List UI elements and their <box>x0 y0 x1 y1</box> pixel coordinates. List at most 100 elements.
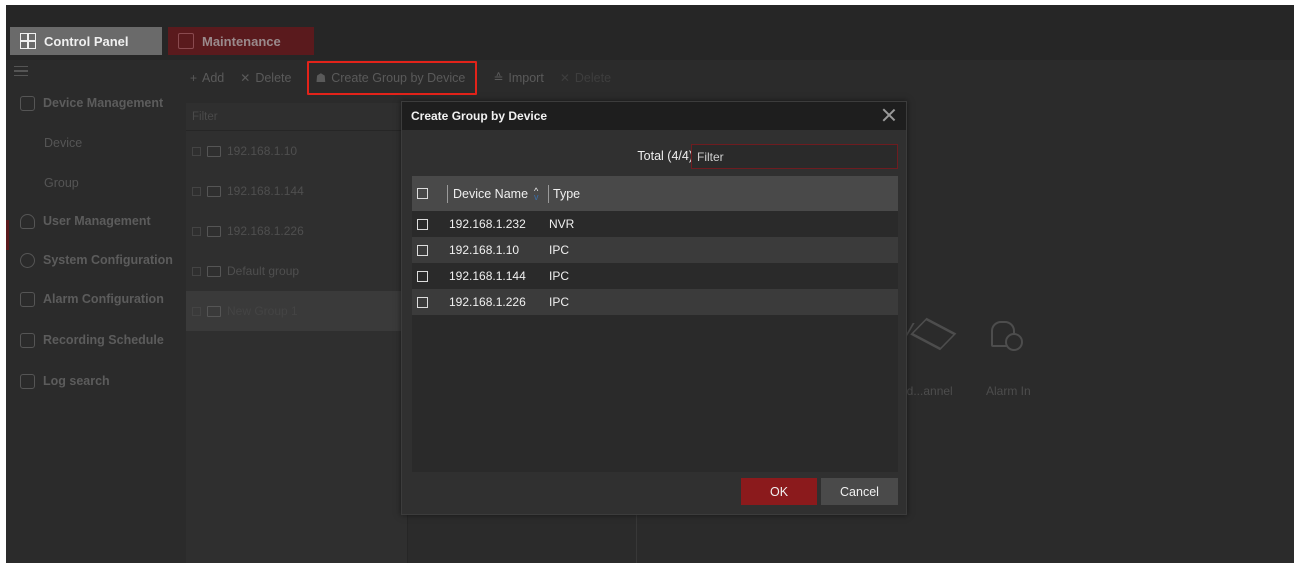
sidebar-item-label: Device <box>44 136 83 150</box>
delete-button[interactable]: ✕ Delete <box>240 71 291 85</box>
device-type-cell: NVR <box>549 217 575 231</box>
tab-bar: Control Panel Maintenance <box>6 5 1294 60</box>
expand-icon[interactable] <box>192 186 201 196</box>
sidebar-item-label: Recording Schedule <box>43 333 164 347</box>
user-icon <box>20 213 35 229</box>
device-table: Device Name ^ v Type 192.168.1.232 NVR 19… <box>412 176 898 472</box>
group-label: New Group 1 <box>227 304 298 318</box>
sidebar-item-system-configuration[interactable]: System Configuration <box>6 243 184 277</box>
group-filter-input[interactable]: Filter <box>186 103 407 131</box>
add-label: Add <box>202 71 225 85</box>
folder-icon <box>207 145 221 157</box>
log-icon <box>20 373 35 389</box>
sort-icon[interactable]: ^ v <box>534 186 539 201</box>
group-row[interactable]: 192.168.1.10 <box>186 131 407 171</box>
row-checkbox[interactable] <box>417 218 428 230</box>
device-name-cell: 192.168.1.232 <box>449 217 526 231</box>
create-group-by-device-button[interactable]: ☗ Create Group by Device <box>307 61 478 95</box>
folder-icon <box>207 265 221 277</box>
sidebar-item-recording-schedule[interactable]: Recording Schedule <box>6 323 184 357</box>
column-type[interactable]: Type <box>549 187 580 201</box>
sidebar: Device Management Device Group User Mana… <box>6 60 184 563</box>
grid-icon <box>20 33 36 49</box>
ok-button[interactable]: OK <box>741 478 817 505</box>
gear-icon <box>20 252 35 268</box>
sidebar-item-label: Log search <box>43 374 110 388</box>
column-device-name[interactable]: Device Name ^ v <box>448 186 548 201</box>
cancel-button[interactable]: Cancel <box>821 478 898 505</box>
sidebar-item-log-search[interactable]: Log search <box>6 364 184 398</box>
tab-maintenance[interactable]: Maintenance <box>168 27 314 55</box>
alarm-in-icon <box>991 321 1023 351</box>
expand-icon[interactable] <box>192 226 201 236</box>
sidebar-item-alarm-configuration[interactable]: Alarm Configuration <box>6 282 184 316</box>
delete-label: Delete <box>255 71 292 85</box>
folder-icon <box>207 225 221 237</box>
sidebar-item-label: Group <box>44 176 79 190</box>
calendar-icon <box>20 332 35 348</box>
filter-input[interactable] <box>691 144 898 169</box>
sidebar-item-label: Alarm Configuration <box>43 292 164 306</box>
tab-control-panel[interactable]: Control Panel <box>10 27 162 55</box>
sidebar-item-device[interactable]: Device <box>6 126 184 160</box>
alarm-in-label: Alarm In <box>986 384 1031 398</box>
group-row[interactable]: 192.168.1.226 <box>186 211 407 251</box>
group-label: Default group <box>227 264 300 278</box>
group-row[interactable]: Default group <box>186 251 407 291</box>
group-list-panel: Filter 192.168.1.10 192.168.1.144 192.16… <box>186 103 408 563</box>
import-label: Import <box>508 71 544 85</box>
table-header: Device Name ^ v Type <box>412 176 898 211</box>
tab-label: Control Panel <box>44 33 129 49</box>
create-group-label: Create Group by Device <box>331 71 466 85</box>
collapse-menu-icon[interactable] <box>14 66 28 76</box>
total-row: Total (4/4) <box>402 142 906 170</box>
device-type-cell: IPC <box>549 243 570 257</box>
device-type-cell: IPC <box>549 295 570 309</box>
wrench-icon <box>178 33 194 49</box>
group-label: 192.168.1.226 <box>227 224 304 238</box>
group-row-selected[interactable]: New Group 1 <box>186 291 407 331</box>
folder-icon <box>207 185 221 197</box>
sidebar-item-label: Device Management <box>43 96 164 110</box>
expand-icon[interactable] <box>192 266 201 276</box>
sidebar-item-group[interactable]: Group <box>6 166 184 200</box>
import-button[interactable]: ≙ Import <box>493 71 544 85</box>
select-all-checkbox[interactable] <box>417 188 428 199</box>
add-button[interactable]: + Add <box>190 71 224 85</box>
table-row[interactable]: 192.168.1.10 IPC <box>412 237 898 263</box>
table-row[interactable]: 192.168.1.144 IPC <box>412 263 898 289</box>
sidebar-item-label: User Management <box>43 214 151 228</box>
close-icon: ✕ <box>240 71 251 85</box>
folder-icon <box>207 305 221 317</box>
delete-disabled-button[interactable]: ✕ Delete <box>560 71 611 85</box>
sidebar-item-user-management[interactable]: User Management <box>6 204 184 238</box>
column-label: Device Name <box>453 186 529 201</box>
alarm-icon <box>20 291 35 307</box>
plus-icon: + <box>190 71 198 85</box>
dialog-header: Create Group by Device <box>402 102 906 130</box>
group-row[interactable]: 192.168.1.144 <box>186 171 407 211</box>
device-type-cell: IPC <box>549 269 570 283</box>
group-label: 192.168.1.10 <box>227 144 298 158</box>
dialog-title: Create Group by Device <box>411 109 548 123</box>
toolbar: + Add ✕ Delete ☗ Create Group by Device … <box>184 60 1294 96</box>
table-row[interactable]: 192.168.1.232 NVR <box>412 211 898 237</box>
expand-icon[interactable] <box>192 306 201 316</box>
sidebar-item-device-management[interactable]: Device Management <box>6 86 184 120</box>
app-window: Control Panel Maintenance Device Managem… <box>6 5 1294 563</box>
device-name-cell: 192.168.1.10 <box>449 243 520 257</box>
import-icon: ≙ <box>493 71 504 85</box>
channel-label: od...annel <box>900 384 953 398</box>
total-count: Total (4/4) <box>637 149 693 163</box>
row-checkbox[interactable] <box>417 296 428 308</box>
row-checkbox[interactable] <box>417 270 428 282</box>
device-name-cell: 192.168.1.144 <box>449 269 526 283</box>
device-management-icon <box>20 95 35 111</box>
group-label: 192.168.1.144 <box>227 184 304 198</box>
table-row[interactable]: 192.168.1.226 IPC <box>412 289 898 315</box>
expand-icon[interactable] <box>192 146 201 156</box>
sidebar-item-label: System Configuration <box>43 253 173 267</box>
row-checkbox[interactable] <box>417 244 428 256</box>
close-icon[interactable] <box>882 108 896 122</box>
device-name-cell: 192.168.1.226 <box>449 295 526 309</box>
